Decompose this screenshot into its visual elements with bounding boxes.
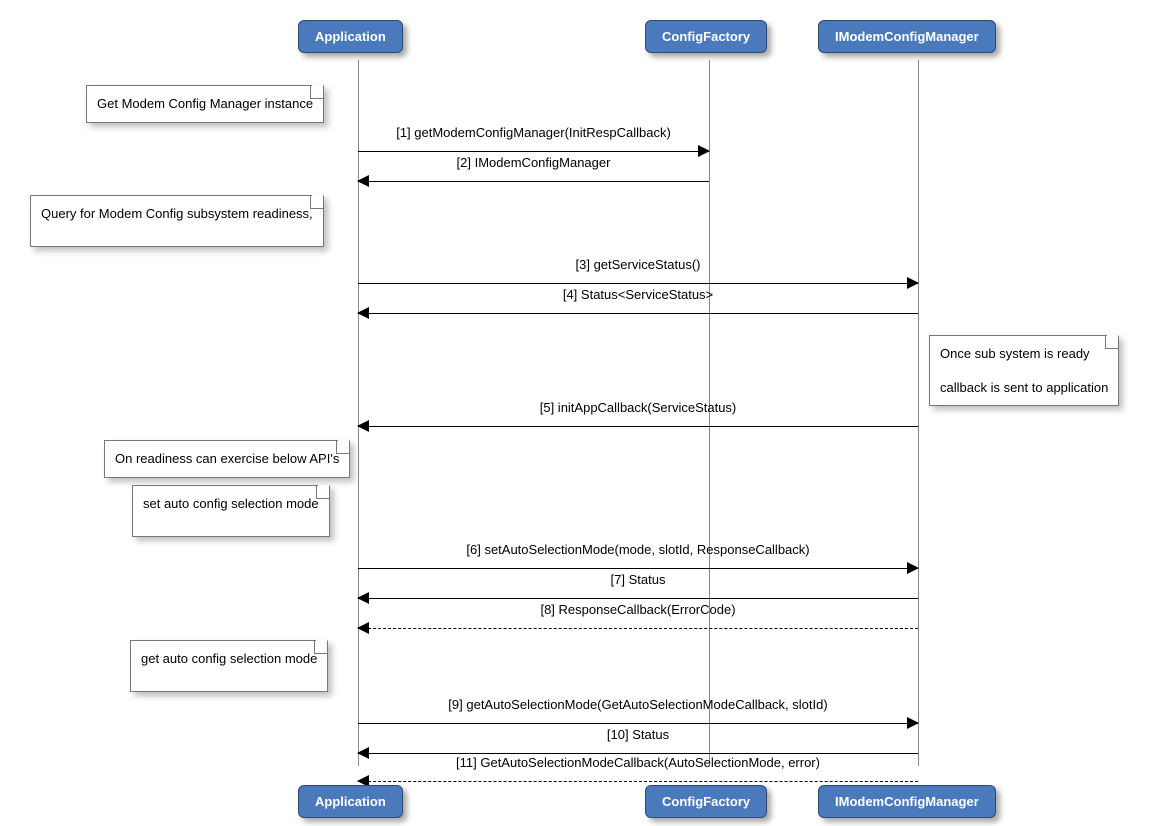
msg-8: [8] ResponseCallback(ErrorCode) bbox=[358, 620, 918, 638]
msg-label: [8] ResponseCallback(ErrorCode) bbox=[358, 602, 918, 617]
lifeline-modemmgr bbox=[918, 60, 919, 766]
participant-modemmgr-bottom: IModemConfigManager bbox=[818, 785, 996, 818]
note-text: set auto config selection mode bbox=[143, 496, 319, 511]
msg-2: [2] IModemConfigManager bbox=[358, 173, 709, 191]
participant-configfactory-bottom: ConfigFactory bbox=[645, 785, 767, 818]
note-text-line: Once sub system is ready bbox=[940, 344, 1108, 364]
msg-label: [10] Status bbox=[358, 727, 918, 742]
msg-label: [4] Status<ServiceStatus> bbox=[358, 287, 918, 302]
participant-configfactory-top: ConfigFactory bbox=[645, 20, 767, 53]
msg-label: [7] Status bbox=[358, 572, 918, 587]
participant-application-bottom: Application bbox=[298, 785, 403, 818]
note-text: On readiness can exercise below API's bbox=[115, 451, 339, 466]
note-text: Query for Modem Config subsystem readine… bbox=[41, 206, 313, 221]
participant-application-top: Application bbox=[298, 20, 403, 53]
note-get-instance: Get Modem Config Manager instance bbox=[86, 85, 324, 123]
note-text: Get Modem Config Manager instance bbox=[97, 96, 313, 111]
msg-label: [1] getModemConfigManager(InitRespCallba… bbox=[358, 125, 709, 140]
msg-label: [5] initAppCallback(ServiceStatus) bbox=[358, 400, 918, 415]
participant-modemmgr-top: IModemConfigManager bbox=[818, 20, 996, 53]
note-on-readiness: On readiness can exercise below API's bbox=[104, 440, 350, 478]
note-set-auto: set auto config selection mode bbox=[132, 485, 330, 537]
sequence-diagram: Application ConfigFactory IModemConfigMa… bbox=[0, 0, 1156, 826]
note-subsystem-ready: Once sub system is ready callback is sen… bbox=[929, 335, 1119, 406]
msg-label: [3] getServiceStatus() bbox=[358, 257, 918, 272]
note-text: get auto config selection mode bbox=[141, 651, 317, 666]
note-query-readiness: Query for Modem Config subsystem readine… bbox=[30, 195, 324, 247]
note-get-auto: get auto config selection mode bbox=[130, 640, 328, 692]
msg-4: [4] Status<ServiceStatus> bbox=[358, 305, 918, 323]
msg-5: [5] initAppCallback(ServiceStatus) bbox=[358, 418, 918, 436]
msg-label: [2] IModemConfigManager bbox=[358, 155, 709, 170]
msg-label: [6] setAutoSelectionMode(mode, slotId, R… bbox=[358, 542, 918, 557]
msg-label: [11] GetAutoSelectionModeCallback(AutoSe… bbox=[358, 755, 918, 770]
msg-label: [9] getAutoSelectionMode(GetAutoSelectio… bbox=[358, 697, 918, 712]
note-text-line: callback is sent to application bbox=[940, 378, 1108, 398]
